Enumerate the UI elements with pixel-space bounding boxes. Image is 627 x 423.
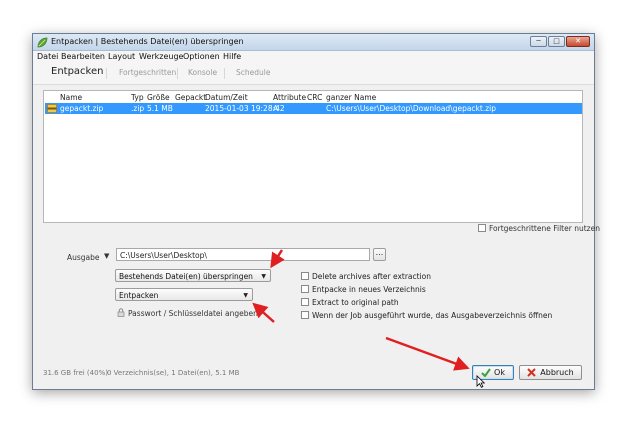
- arrow-annotation: [270, 249, 285, 269]
- annotation-arrows: [252, 249, 470, 371]
- mouse-cursor-icon: [476, 375, 485, 388]
- arrow-annotation: [385, 336, 470, 371]
- arrow-annotation: [252, 302, 275, 323]
